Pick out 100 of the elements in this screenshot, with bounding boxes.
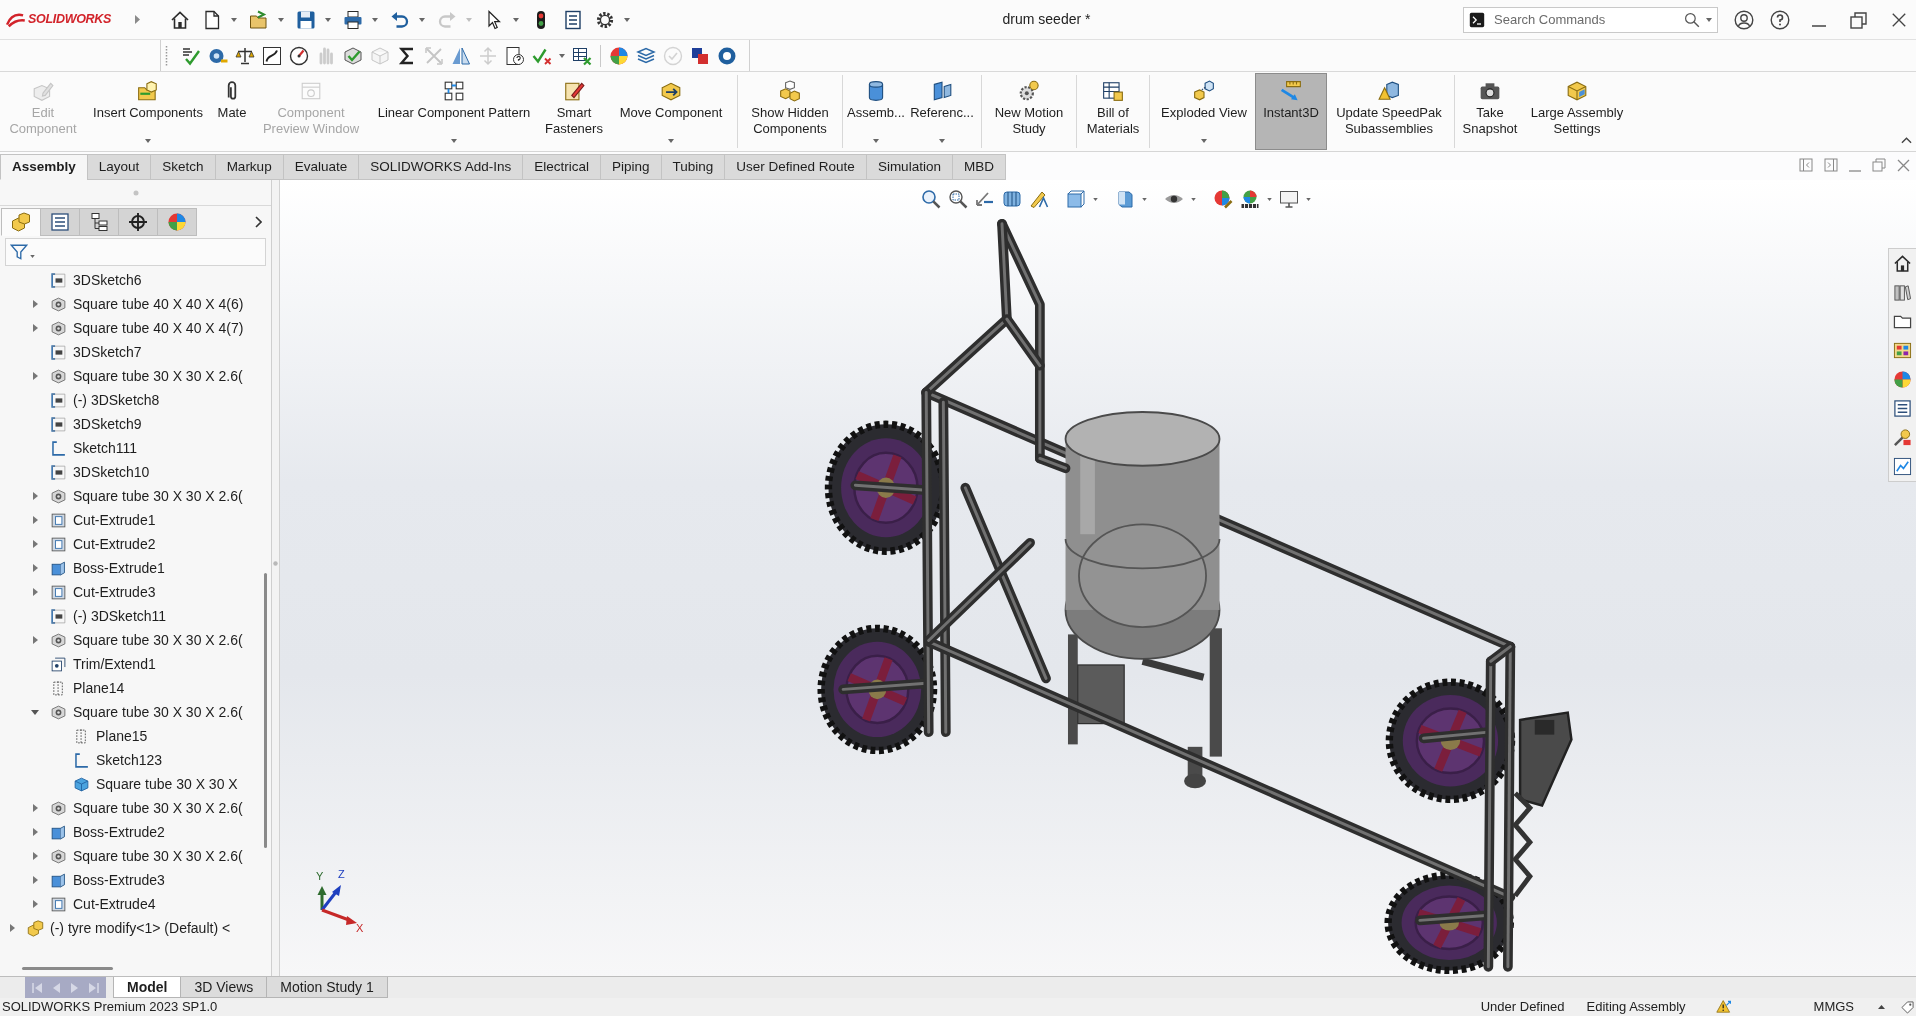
disclosure-triangle-icon[interactable] — [32, 852, 38, 860]
command-button[interactable]: Update SpeedPak Subassemblies — [1327, 73, 1451, 150]
tile-right-icon[interactable] — [1824, 158, 1838, 172]
home-icon[interactable] — [1893, 254, 1912, 273]
balance-scale-icon[interactable] — [235, 45, 255, 66]
tab[interactable]: User Defined Route — [724, 154, 867, 180]
disclosure-triangle-icon[interactable] — [32, 516, 38, 524]
ring-icon[interactable] — [717, 45, 737, 66]
caret-icon[interactable] — [624, 17, 630, 22]
funnel-icon[interactable] — [10, 243, 28, 261]
curve-icon[interactable] — [262, 45, 282, 66]
command-button[interactable]: New Motion Study — [985, 73, 1073, 150]
caret-icon[interactable] — [372, 17, 378, 22]
tree-item[interactable]: Square tube 30 X 30 X 2.6( — [73, 797, 243, 819]
tree-item[interactable]: Square tube 40 X 40 X 4(6) — [73, 293, 244, 315]
command-button[interactable]: Mate — [210, 73, 254, 150]
command-button[interactable]: Referenc... — [906, 73, 978, 150]
caret-icon[interactable] — [325, 17, 331, 22]
tree-item[interactable]: Square tube 30 X 30 X 2.6( — [73, 845, 243, 867]
tile-left-icon[interactable] — [1799, 158, 1813, 172]
tab[interactable]: Electrical — [522, 154, 601, 180]
command-button[interactable]: Exploded View — [1153, 73, 1255, 150]
squares-icon[interactable] — [690, 45, 710, 66]
scrollbar-thumb[interactable] — [22, 966, 113, 970]
monitor-icon[interactable] — [1279, 189, 1299, 209]
unit-system[interactable]: MMGS — [1813, 998, 1854, 1016]
home-icon[interactable] — [170, 9, 190, 30]
axis-triad-icon[interactable] — [317, 885, 357, 925]
tree-item[interactable]: Sketch123 — [96, 749, 163, 771]
filter-field[interactable] — [5, 238, 266, 266]
disclosure-triangle-icon[interactable] — [32, 636, 38, 644]
tree-item[interactable]: Cut-Extrude1 — [73, 509, 156, 531]
grip-dot-icon[interactable] — [273, 561, 278, 566]
scrollbar-thumb[interactable] — [263, 573, 267, 848]
disclosure-triangle-icon[interactable] — [32, 564, 38, 572]
tree-item[interactable]: Boss-Extrude1 — [73, 557, 165, 579]
color-wheel-icon[interactable] — [609, 45, 629, 66]
zoom-area-icon[interactable] — [948, 189, 968, 209]
tab[interactable]: Model — [113, 977, 182, 998]
caret-icon[interactable] — [278, 17, 284, 22]
caret-icon[interactable] — [1706, 17, 1712, 22]
tree-item[interactable]: Boss-Extrude3 — [73, 869, 165, 891]
tree-item[interactable]: 3DSketch10 — [73, 461, 150, 483]
striped-block-icon[interactable] — [1002, 189, 1022, 209]
tag-icon[interactable] — [1901, 1000, 1914, 1014]
tree-item[interactable]: (-) 3DSketch11 — [73, 605, 167, 627]
disclosure-triangle-icon[interactable] — [32, 588, 38, 596]
grip-icon[interactable] — [165, 45, 168, 66]
color-wheel-icon[interactable] — [1893, 370, 1912, 389]
caret-icon[interactable] — [1306, 197, 1311, 201]
tree-item[interactable]: Square tube 30 X 30 X 2.6( — [73, 701, 243, 723]
table-cross-icon[interactable] — [572, 45, 592, 66]
books-icon[interactable] — [1893, 283, 1912, 302]
command-button[interactable]: Smart Fasteners — [540, 73, 608, 150]
caret-icon[interactable] — [559, 53, 565, 58]
caret-icon[interactable] — [1142, 197, 1147, 201]
command-button[interactable]: Insert Components — [86, 73, 210, 150]
user-icon[interactable] — [1734, 9, 1754, 30]
restore-icon[interactable] — [1850, 10, 1867, 29]
chart-icon[interactable] — [1893, 457, 1912, 476]
grip-dot-icon[interactable] — [132, 189, 139, 196]
tree-item[interactable]: Square tube 30 X 30 X 2.6( — [73, 485, 243, 507]
warning-arrow-icon[interactable] — [1715, 999, 1732, 1015]
disclosure-triangle-icon[interactable] — [31, 709, 39, 715]
shaded-box-icon[interactable] — [1115, 189, 1135, 209]
tab[interactable]: Assembly — [0, 154, 88, 180]
disclosure-triangle-icon[interactable] — [32, 804, 38, 812]
help-icon[interactable] — [1770, 9, 1790, 30]
tree-item[interactable]: Trim/Extend1 — [73, 653, 156, 675]
graphics-viewport[interactable]: Y Z X — [280, 180, 1916, 976]
command-button[interactable]: Show Hidden Components — [741, 73, 839, 150]
disclosure-triangle-icon[interactable] — [32, 324, 38, 332]
command-button[interactable]: Move Component — [608, 73, 734, 150]
panel-tab[interactable] — [118, 208, 158, 236]
tree-item[interactable]: Plane14 — [73, 677, 125, 699]
caret-icon[interactable] — [513, 17, 519, 22]
save-icon[interactable] — [296, 9, 316, 30]
caret-icon[interactable] — [1201, 139, 1207, 143]
disclosure-triangle-icon[interactable] — [32, 492, 38, 500]
tab[interactable]: Piping — [600, 154, 662, 180]
tab[interactable]: Markup — [214, 154, 284, 180]
printer-icon[interactable] — [343, 9, 363, 30]
caret-icon[interactable] — [668, 139, 674, 143]
tree-item[interactable]: Cut-Extrude2 — [73, 533, 156, 555]
command-button[interactable]: Bill of Materials — [1080, 73, 1146, 150]
tree-item[interactable]: (-) tyre modify<1> (Default) < — [50, 917, 231, 939]
caret-icon[interactable] — [419, 17, 425, 22]
tree-item[interactable]: Square tube 30 X 30 X 2.6( — [73, 629, 243, 651]
tree-item[interactable]: Boss-Extrude2 — [73, 821, 165, 843]
spell-check-icon[interactable] — [181, 45, 201, 66]
cube-check-icon[interactable] — [343, 45, 363, 66]
tree-item[interactable]: 3DSketch7 — [73, 341, 142, 363]
disclosure-triangle-icon[interactable] — [32, 828, 38, 836]
list-icon[interactable] — [1893, 399, 1912, 418]
tab[interactable]: 3D Views — [180, 977, 268, 998]
list-document-icon[interactable] — [563, 9, 583, 30]
gear-icon[interactable] — [595, 9, 615, 30]
command-button[interactable]: Take Snapshot — [1458, 73, 1522, 150]
minimize-icon[interactable] — [1812, 24, 1826, 27]
view-cube-icon[interactable] — [1066, 189, 1086, 209]
